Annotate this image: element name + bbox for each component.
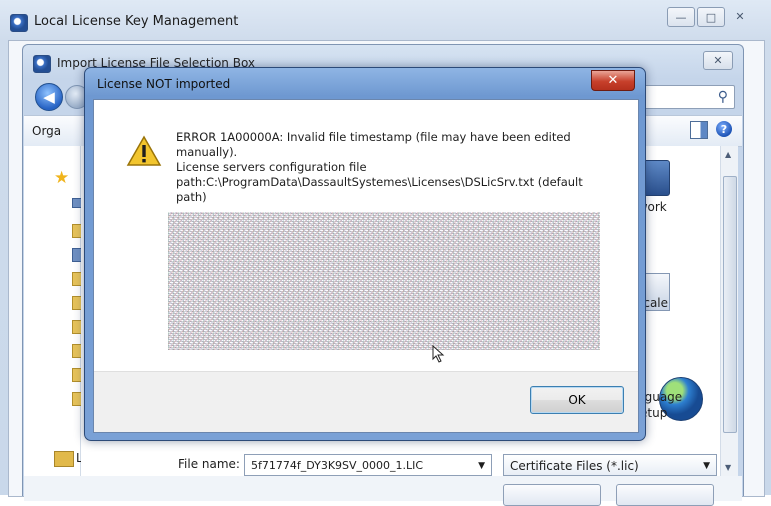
maximize-button[interactable]: □ <box>697 7 725 27</box>
dropdown-arrow-icon[interactable]: ▼ <box>703 455 710 477</box>
dropdown-arrow-icon[interactable]: ▼ <box>478 455 485 477</box>
open-button[interactable] <box>503 484 601 506</box>
outer-window-title: Local License Key Management <box>34 14 239 29</box>
cancel-button[interactable] <box>616 484 714 506</box>
error-message-line: License servers configuration file <box>176 160 367 174</box>
help-icon[interactable]: ? <box>716 121 732 137</box>
outer-window-controls: — □ ✕ <box>665 7 753 27</box>
file-name-input[interactable]: 5f71774f_DY3K9SV_0000_1.LIC ▼ <box>244 454 492 476</box>
mouse-cursor-icon <box>432 345 445 363</box>
error-dialog-body: ERROR 1A00000A: Invalid file timestamp (… <box>93 99 639 433</box>
error-message-line: ERROR 1A00000A: Invalid file timestamp (… <box>176 130 571 144</box>
favorites-star-icon[interactable]: ★ <box>54 168 69 188</box>
back-button[interactable]: ◀ <box>35 83 63 111</box>
file-name-label: File name: <box>178 457 240 471</box>
app-icon <box>10 14 28 32</box>
scroll-up-icon[interactable]: ▲ <box>725 150 731 159</box>
error-dialog-title: License NOT imported <box>97 77 231 91</box>
license-error-dialog: License NOT imported ✕ ERROR 1A00000A: I… <box>84 67 646 441</box>
file-dialog-app-icon <box>33 55 51 73</box>
error-message-line: path) <box>176 190 207 204</box>
error-message-line: path:C:\ProgramData\DassaultSystemes\Lic… <box>176 175 583 189</box>
navigation-pane: ★ L <box>24 146 84 476</box>
organize-button[interactable]: Orga <box>32 124 61 138</box>
search-icon[interactable]: ⚲ <box>718 89 728 105</box>
libraries-icon[interactable] <box>54 451 74 467</box>
arrow-left-icon: ◀ <box>43 88 55 106</box>
scroll-down-icon[interactable]: ▼ <box>725 463 731 472</box>
preview-pane-icon[interactable] <box>690 121 708 139</box>
file-type-value: Certificate Files (*.lic) <box>510 459 639 473</box>
minimize-button[interactable]: — <box>667 7 695 27</box>
file-type-select[interactable]: Certificate Files (*.lic) ▼ <box>503 454 717 476</box>
error-dialog-close-button[interactable]: ✕ <box>591 70 635 91</box>
scrollbar-thumb[interactable] <box>723 176 737 433</box>
error-message-line: manually). <box>176 145 238 159</box>
vertical-scrollbar[interactable]: ▲ ▼ <box>720 146 738 476</box>
error-dialog-footer: OK <box>94 371 638 432</box>
file-name-value: 5f71774f_DY3K9SV_0000_1.LIC <box>251 459 424 472</box>
warning-icon <box>126 135 162 166</box>
ok-button[interactable]: OK <box>530 386 624 414</box>
file-dialog-close-button[interactable]: ✕ <box>703 51 733 70</box>
redacted-details-area <box>168 212 600 350</box>
error-message: ERROR 1A00000A: Invalid file timestamp (… <box>176 130 616 205</box>
close-button[interactable]: ✕ <box>727 7 753 25</box>
